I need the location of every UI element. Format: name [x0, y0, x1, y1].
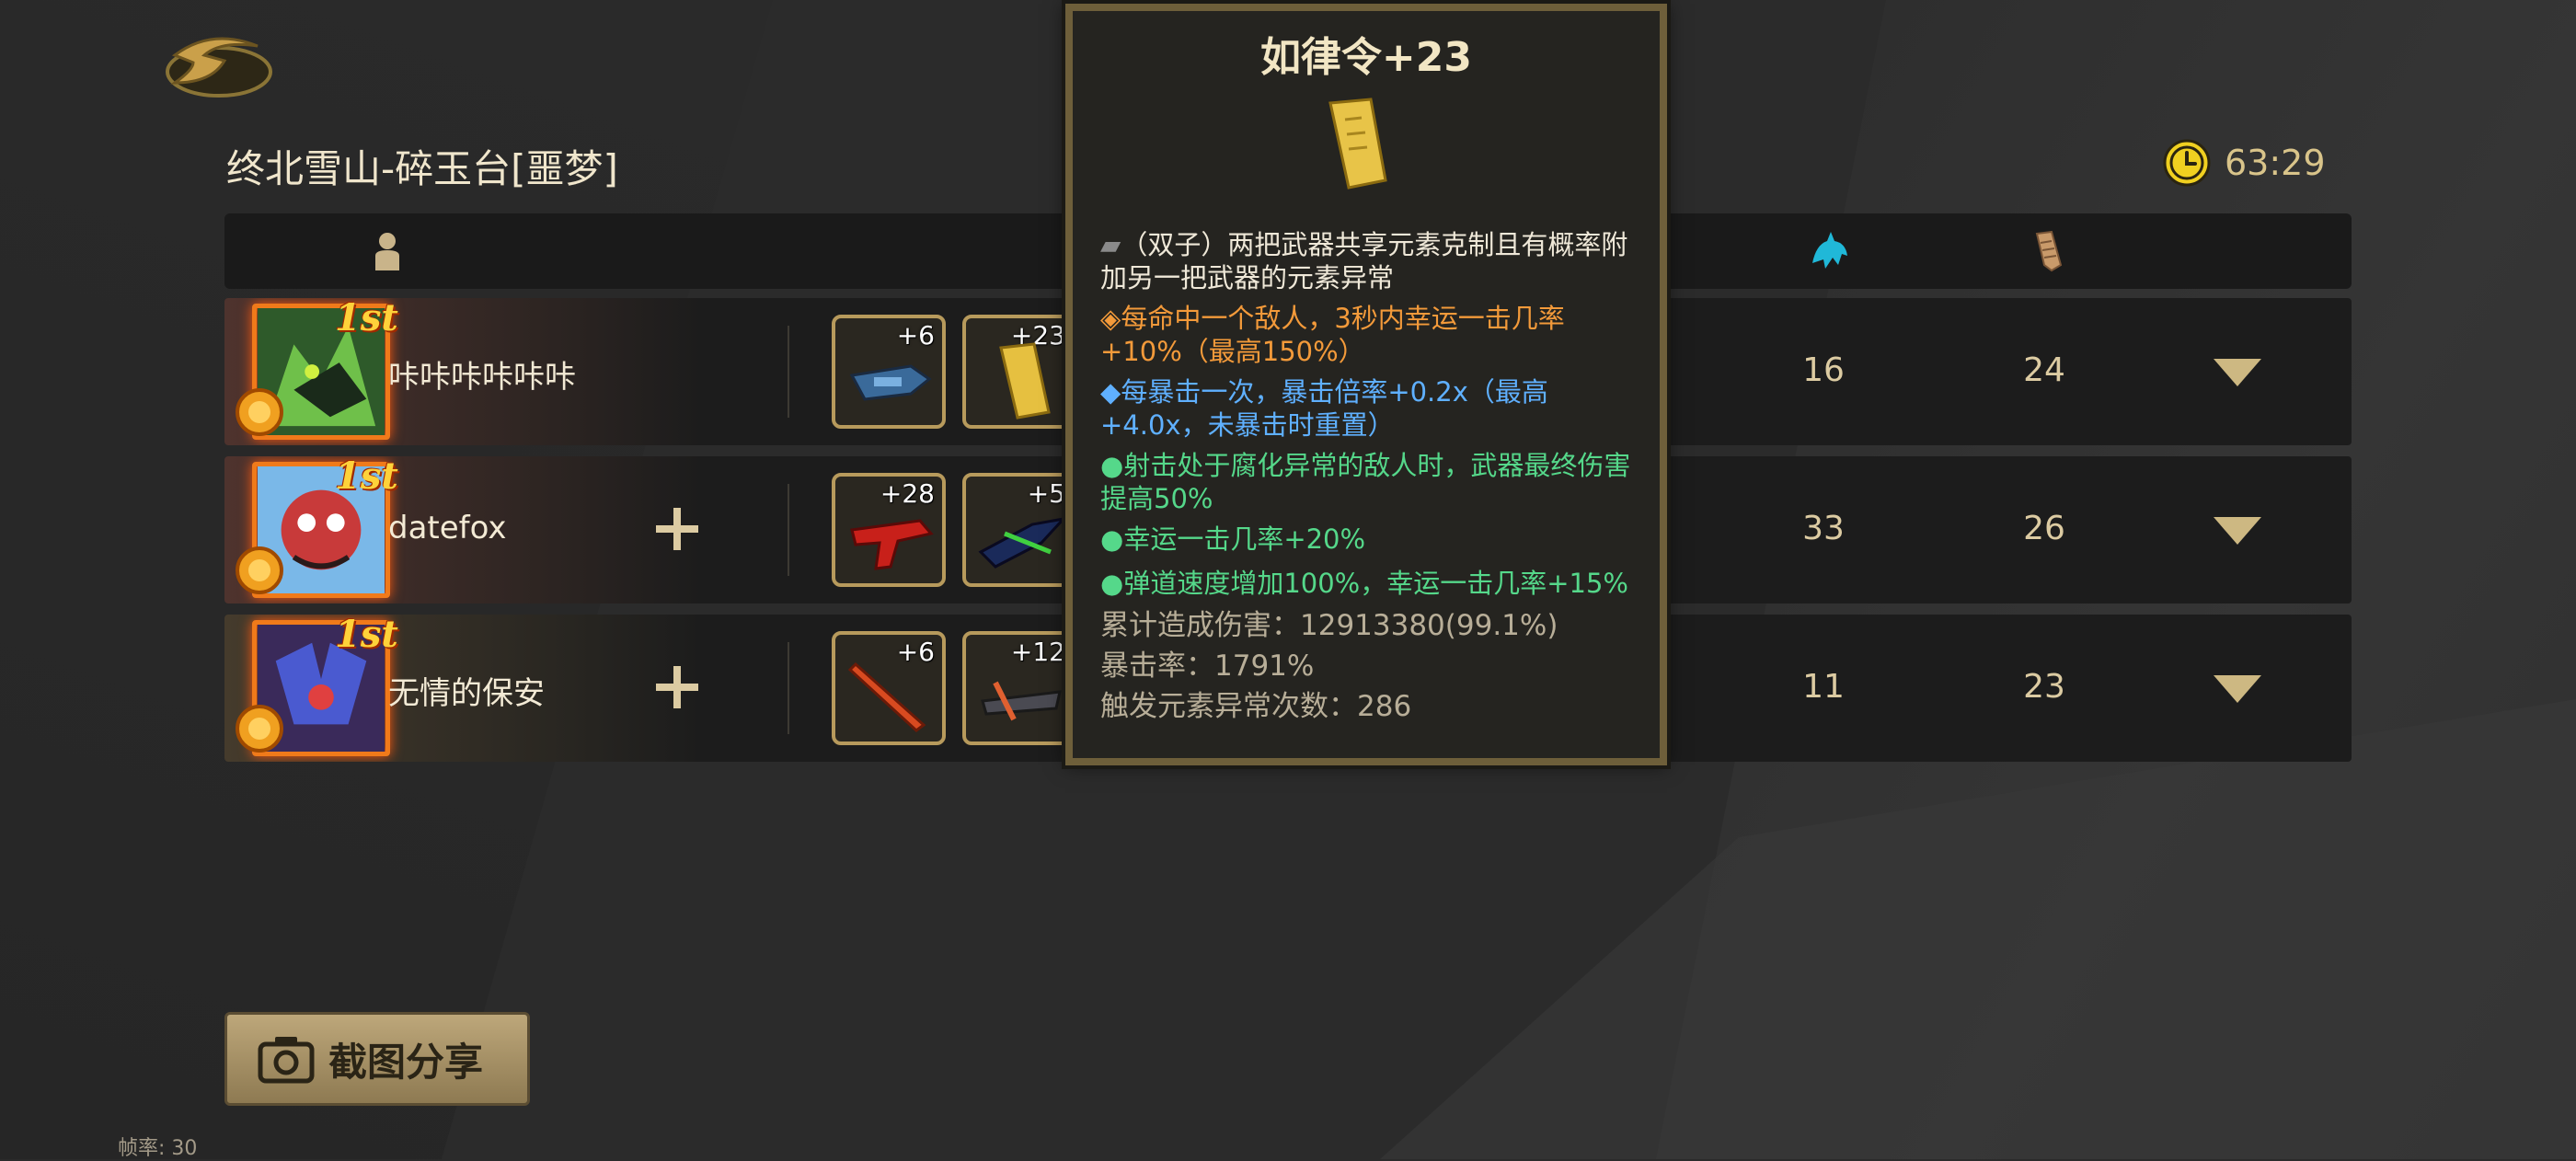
item-tooltip: 如律令+23 ▰（双子）两把武器共享元素克制且有概率附加另一把武器的元素异常 ◈…: [1065, 4, 1667, 765]
weapon-slot[interactable]: +5: [962, 473, 1076, 587]
rank-badge: 1st: [335, 456, 398, 498]
scroll-count: 24: [2023, 351, 2065, 389]
green-rifle-icon: [978, 517, 1065, 569]
medal-icon: [236, 546, 283, 594]
tooltip-effect: ◈每命中一个敌人，3秒内幸运一击几率+10%（最高150%）: [1100, 303, 1565, 367]
tooltip-effect: ●射击处于腐化异常的敌人时，武器最终伤害提高50%: [1100, 450, 1631, 514]
crossbow-icon: [981, 681, 1062, 721]
divider: [788, 484, 789, 576]
weapon-slot[interactable]: +28: [832, 473, 946, 587]
expand-chevron-icon[interactable]: [2212, 673, 2263, 705]
scroll-count: 23: [2023, 668, 2065, 706]
red-pistol-icon: [850, 519, 934, 570]
talisman-icon: [1328, 98, 1387, 190]
player-name: 无情的保安: [388, 675, 545, 712]
player-name: datefox: [388, 510, 507, 546]
scroll-icon: [2035, 230, 2063, 272]
map-title: 终北雪山-碎玉台[噩梦]: [226, 146, 618, 191]
fps-counter: 帧率: 30: [118, 1137, 198, 1160]
element-trigger-stat: 触发元素异常次数：286: [1100, 690, 1412, 723]
add-friend-icon[interactable]: [650, 655, 705, 719]
weapon-slot[interactable]: +6: [832, 631, 946, 745]
kill-count: 33: [1802, 510, 1845, 547]
back-arrow-icon: [166, 37, 272, 98]
tooltip-effect: ●弹道速度增加100%，幸运一击几率+15%: [1100, 568, 1628, 599]
blue-gun-icon: [849, 364, 932, 401]
screenshot-share-button[interactable]: 截图分享: [224, 1012, 530, 1106]
medal-icon: [236, 388, 283, 436]
damage-stat: 累计造成伤害：12913380(99.1%): [1100, 609, 1558, 642]
crit-rate-stat: 暴击率：1791%: [1100, 649, 1315, 683]
player-icon: [375, 233, 399, 270]
kill-count: 11: [1802, 668, 1845, 706]
divider: [788, 642, 789, 734]
kill-count: 16: [1802, 351, 1845, 389]
rank-badge: 1st: [335, 298, 398, 339]
red-sword-icon: [847, 661, 926, 732]
clock-icon: [2163, 139, 2211, 187]
timer-value: 63:29: [2225, 143, 2326, 183]
player-name: 咔咔咔咔咔咔: [388, 359, 576, 396]
medal-icon: [236, 705, 283, 753]
scroll-count: 26: [2023, 510, 2065, 547]
weapon-slot[interactable]: +6: [832, 315, 946, 429]
weapon-slot[interactable]: +23: [962, 315, 1076, 429]
divider: [788, 326, 789, 418]
tooltip-effect: ▰（双子）两把武器共享元素克制且有概率附加另一把武器的元素异常: [1100, 229, 1628, 293]
share-label: 截图分享: [328, 1039, 484, 1085]
tooltip-effect: ●幸运一击几率+20%: [1100, 523, 1366, 555]
item-title: 如律令+23: [1259, 34, 1473, 81]
talisman-icon: [999, 342, 1051, 420]
expand-chevron-icon[interactable]: [2212, 357, 2263, 388]
tooltip-effect: ◆每暴击一次，暴击倍率+0.2x（最高+4.0x，未暴击时重置）: [1100, 376, 1548, 441]
weapon-slot[interactable]: +12: [962, 631, 1076, 745]
back-button[interactable]: [156, 28, 276, 101]
camera-icon: [258, 1037, 315, 1084]
timer: 63:29: [2162, 138, 2326, 188]
kill-icon: [1812, 232, 1847, 269]
expand-chevron-icon[interactable]: [2212, 515, 2263, 546]
rank-badge: 1st: [335, 615, 398, 656]
add-friend-icon[interactable]: [650, 497, 705, 561]
